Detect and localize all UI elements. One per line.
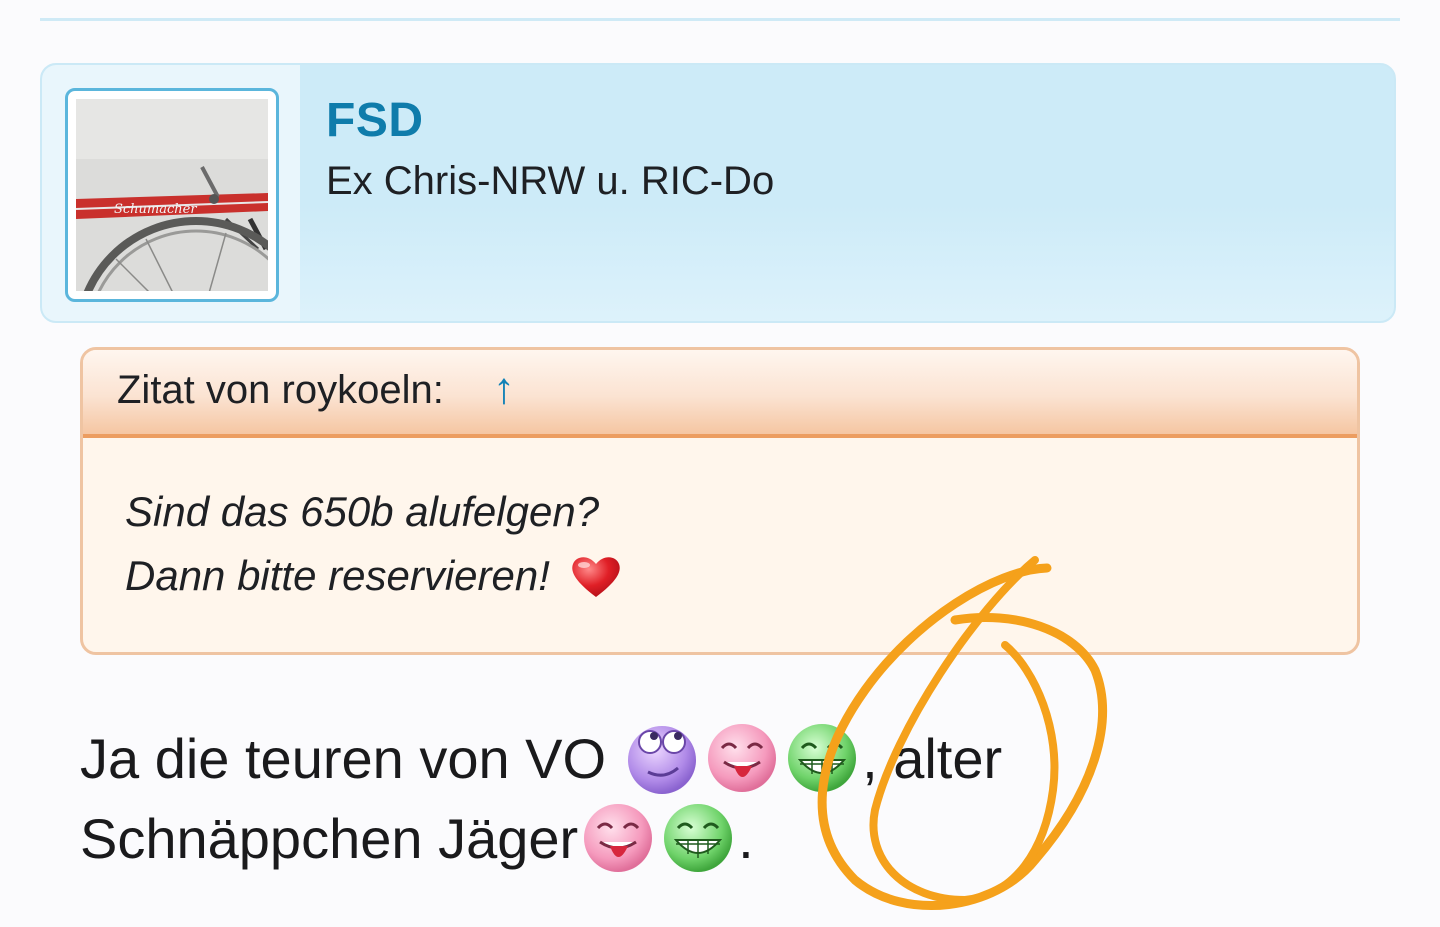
quote-body: Sind das 650b alufelgen? Dann bitte rese…: [125, 480, 624, 608]
quote-line-text: Sind das 650b alufelgen?: [125, 488, 600, 535]
message-text-suffix: , alter: [862, 726, 1003, 790]
message-text: Ja die teuren von VO: [80, 726, 607, 790]
message-text-suffix: .: [738, 806, 754, 870]
message-text: Schnäppchen Jäger: [80, 806, 579, 870]
tongue-out-smiley-icon: [580, 800, 656, 876]
eye-roll-smiley-icon: [624, 720, 700, 796]
quote-line: Dann bitte reservieren!: [125, 544, 624, 608]
quote-header: Zitat von roykoeln: ↑: [83, 350, 1357, 438]
quote-line: Sind das 650b alufelgen?: [125, 480, 624, 544]
post-header: Schumacher FSD Ex Chris-NRW u. RIC-Do: [40, 63, 1396, 323]
message-line: Schnäppchen Jäger .: [80, 798, 1002, 878]
post-user-title: Ex Chris-NRW u. RIC-Do: [326, 159, 775, 203]
post-message: Ja die teuren von VO , alter Schnäppchen…: [80, 718, 1002, 878]
quote-author-label: Zitat von roykoeln:: [117, 368, 444, 412]
message-line: Ja die teuren von VO , alter: [80, 718, 1002, 798]
quote-source-link[interactable]: ↑: [493, 364, 515, 414]
grinning-smiley-icon: [660, 800, 736, 876]
top-divider: [40, 18, 1400, 21]
avatar-panel: Schumacher: [42, 65, 300, 321]
avatar[interactable]: Schumacher: [65, 88, 279, 302]
svg-text:Schumacher: Schumacher: [114, 202, 197, 217]
quote-line-text: Dann bitte reservieren!: [125, 552, 550, 599]
post-username[interactable]: FSD: [326, 93, 424, 148]
tongue-out-smiley-icon: [704, 720, 780, 796]
quote-box: Zitat von roykoeln: ↑ Sind das 650b aluf…: [80, 347, 1360, 655]
grinning-smiley-icon: [784, 720, 860, 796]
bicycle-photo-icon: Schumacher: [76, 99, 268, 291]
red-heart-icon: [568, 552, 624, 600]
